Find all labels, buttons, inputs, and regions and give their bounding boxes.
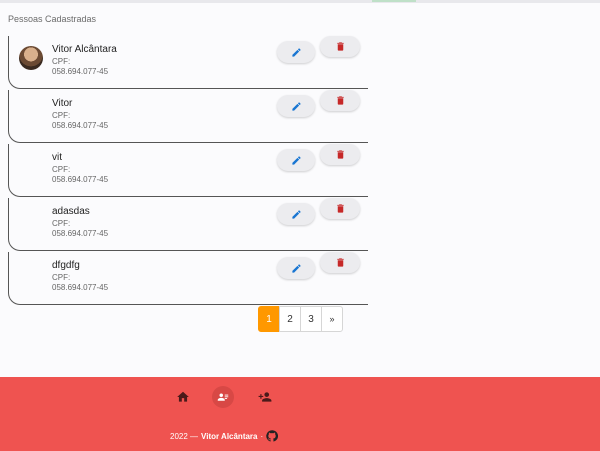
people-list: Vitor Alcântara CPF: 058.694.077-45 Vito… bbox=[8, 36, 368, 306]
person-card: Vitor Alcântara CPF: 058.694.077-45 bbox=[8, 36, 368, 89]
person-add-icon bbox=[258, 392, 272, 402]
add-person-nav-button[interactable] bbox=[254, 386, 276, 408]
person-name: Vitor bbox=[52, 98, 73, 109]
person-name: dfgdfg bbox=[52, 260, 80, 271]
contacts-icon bbox=[217, 393, 229, 401]
cpf-value: 058.694.077-45 bbox=[52, 229, 109, 238]
delete-button[interactable] bbox=[320, 90, 360, 111]
cpf-label: CPF: bbox=[52, 57, 71, 66]
page-2-button[interactable]: 2 bbox=[279, 306, 301, 332]
cpf-label: CPF: bbox=[52, 165, 71, 174]
footer-credit: 2022 — Vitor Alcântara · bbox=[170, 430, 279, 442]
person-card: adasdas CPF: 058.694.077-45 bbox=[8, 198, 368, 251]
cpf-value: 058.694.077-45 bbox=[52, 121, 109, 130]
home-nav-button[interactable] bbox=[172, 386, 194, 408]
pagination: 1 2 3 » bbox=[258, 306, 343, 332]
trash-icon bbox=[336, 150, 344, 159]
bottom-nav bbox=[0, 385, 600, 409]
cpf-value: 058.694.077-45 bbox=[52, 175, 109, 184]
pencil-icon bbox=[291, 101, 301, 111]
top-bar-accent bbox=[372, 0, 416, 2]
section-title: Pessoas Cadastradas bbox=[8, 14, 97, 24]
person-name: adasdas bbox=[52, 206, 90, 217]
page-3-button[interactable]: 3 bbox=[300, 306, 322, 332]
pencil-icon bbox=[291, 209, 301, 219]
delete-button[interactable] bbox=[320, 252, 360, 273]
author-name: Vitor Alcântara bbox=[201, 431, 258, 441]
pencil-icon bbox=[291, 155, 301, 165]
trash-icon bbox=[336, 42, 344, 51]
edit-button[interactable] bbox=[277, 95, 315, 117]
person-card: vit CPF: 058.694.077-45 bbox=[8, 144, 368, 197]
person-name: vit bbox=[52, 152, 62, 163]
pencil-icon bbox=[291, 47, 301, 57]
trash-icon bbox=[336, 96, 344, 105]
github-icon[interactable] bbox=[266, 430, 279, 442]
edit-button[interactable] bbox=[277, 41, 315, 63]
cpf-value: 058.694.077-45 bbox=[52, 283, 109, 292]
pencil-icon bbox=[291, 263, 301, 273]
cpf-label: CPF: bbox=[52, 219, 71, 228]
delete-button[interactable] bbox=[320, 198, 360, 219]
next-page-button[interactable]: » bbox=[321, 306, 343, 332]
trash-icon bbox=[336, 258, 344, 267]
delete-button[interactable] bbox=[320, 144, 360, 165]
edit-button[interactable] bbox=[277, 257, 315, 279]
cpf-value: 058.694.077-45 bbox=[52, 67, 109, 76]
people-nav-button[interactable] bbox=[212, 386, 234, 408]
person-card: Vitor CPF: 058.694.077-45 bbox=[8, 90, 368, 143]
delete-button[interactable] bbox=[320, 36, 360, 57]
cpf-label: CPF: bbox=[52, 273, 71, 282]
avatar bbox=[19, 46, 43, 70]
copyright-year: 2022 — bbox=[170, 431, 199, 441]
footer: 2022 — Vitor Alcântara · bbox=[0, 377, 600, 451]
cpf-label: CPF: bbox=[52, 111, 71, 120]
top-bar bbox=[0, 0, 600, 3]
edit-button[interactable] bbox=[277, 203, 315, 225]
person-card: dfgdfg CPF: 058.694.077-45 bbox=[8, 252, 368, 305]
person-name: Vitor Alcântara bbox=[52, 44, 117, 55]
edit-button[interactable] bbox=[277, 149, 315, 171]
separator: · bbox=[260, 431, 264, 441]
home-icon bbox=[177, 391, 189, 402]
page-1-button[interactable]: 1 bbox=[258, 306, 280, 332]
trash-icon bbox=[336, 204, 344, 213]
